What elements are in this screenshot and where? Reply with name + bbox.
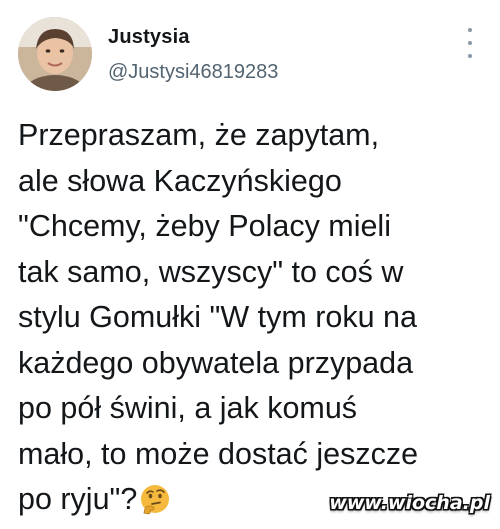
more-vertical-icon[interactable]: [464, 28, 476, 58]
menu-dot: [468, 41, 472, 45]
tweet-card: Justysia @Justysi46819283 Przepraszam, ż…: [0, 0, 500, 526]
tweet-line: ale słowa Kaczyńskiego: [18, 163, 342, 198]
avatar[interactable]: [18, 17, 92, 91]
tweet-line: "Chcemy, żeby Polacy mieli: [18, 209, 391, 243]
author-name[interactable]: Justysia: [108, 26, 190, 49]
menu-dot: [468, 54, 472, 58]
watermark: www.wiocha.pl: [329, 492, 490, 514]
avatar-photo: [18, 17, 92, 91]
thinking-face-icon: [139, 483, 171, 529]
tweet-line: każdego obywatela przypada: [18, 345, 414, 380]
tweet-line-text: po ryju"?: [18, 482, 138, 516]
tweet-line: stylu Gomułki "W tym roku na: [18, 300, 417, 334]
tweet-line: Przepraszam, że zapytam,: [18, 118, 380, 152]
author-handle[interactable]: @Justysi46819283: [108, 61, 278, 84]
tweet-line: mało, to może dostać jeszcze: [18, 436, 419, 471]
tweet-line: po pół świni, a jak komuś: [18, 391, 358, 425]
tweet-line: tak samo, wszyscy" to coś w: [18, 254, 404, 289]
tweet-text: Przepraszam, że zapytam, ale słowa Kaczy…: [18, 113, 488, 529]
menu-dot: [468, 28, 472, 32]
